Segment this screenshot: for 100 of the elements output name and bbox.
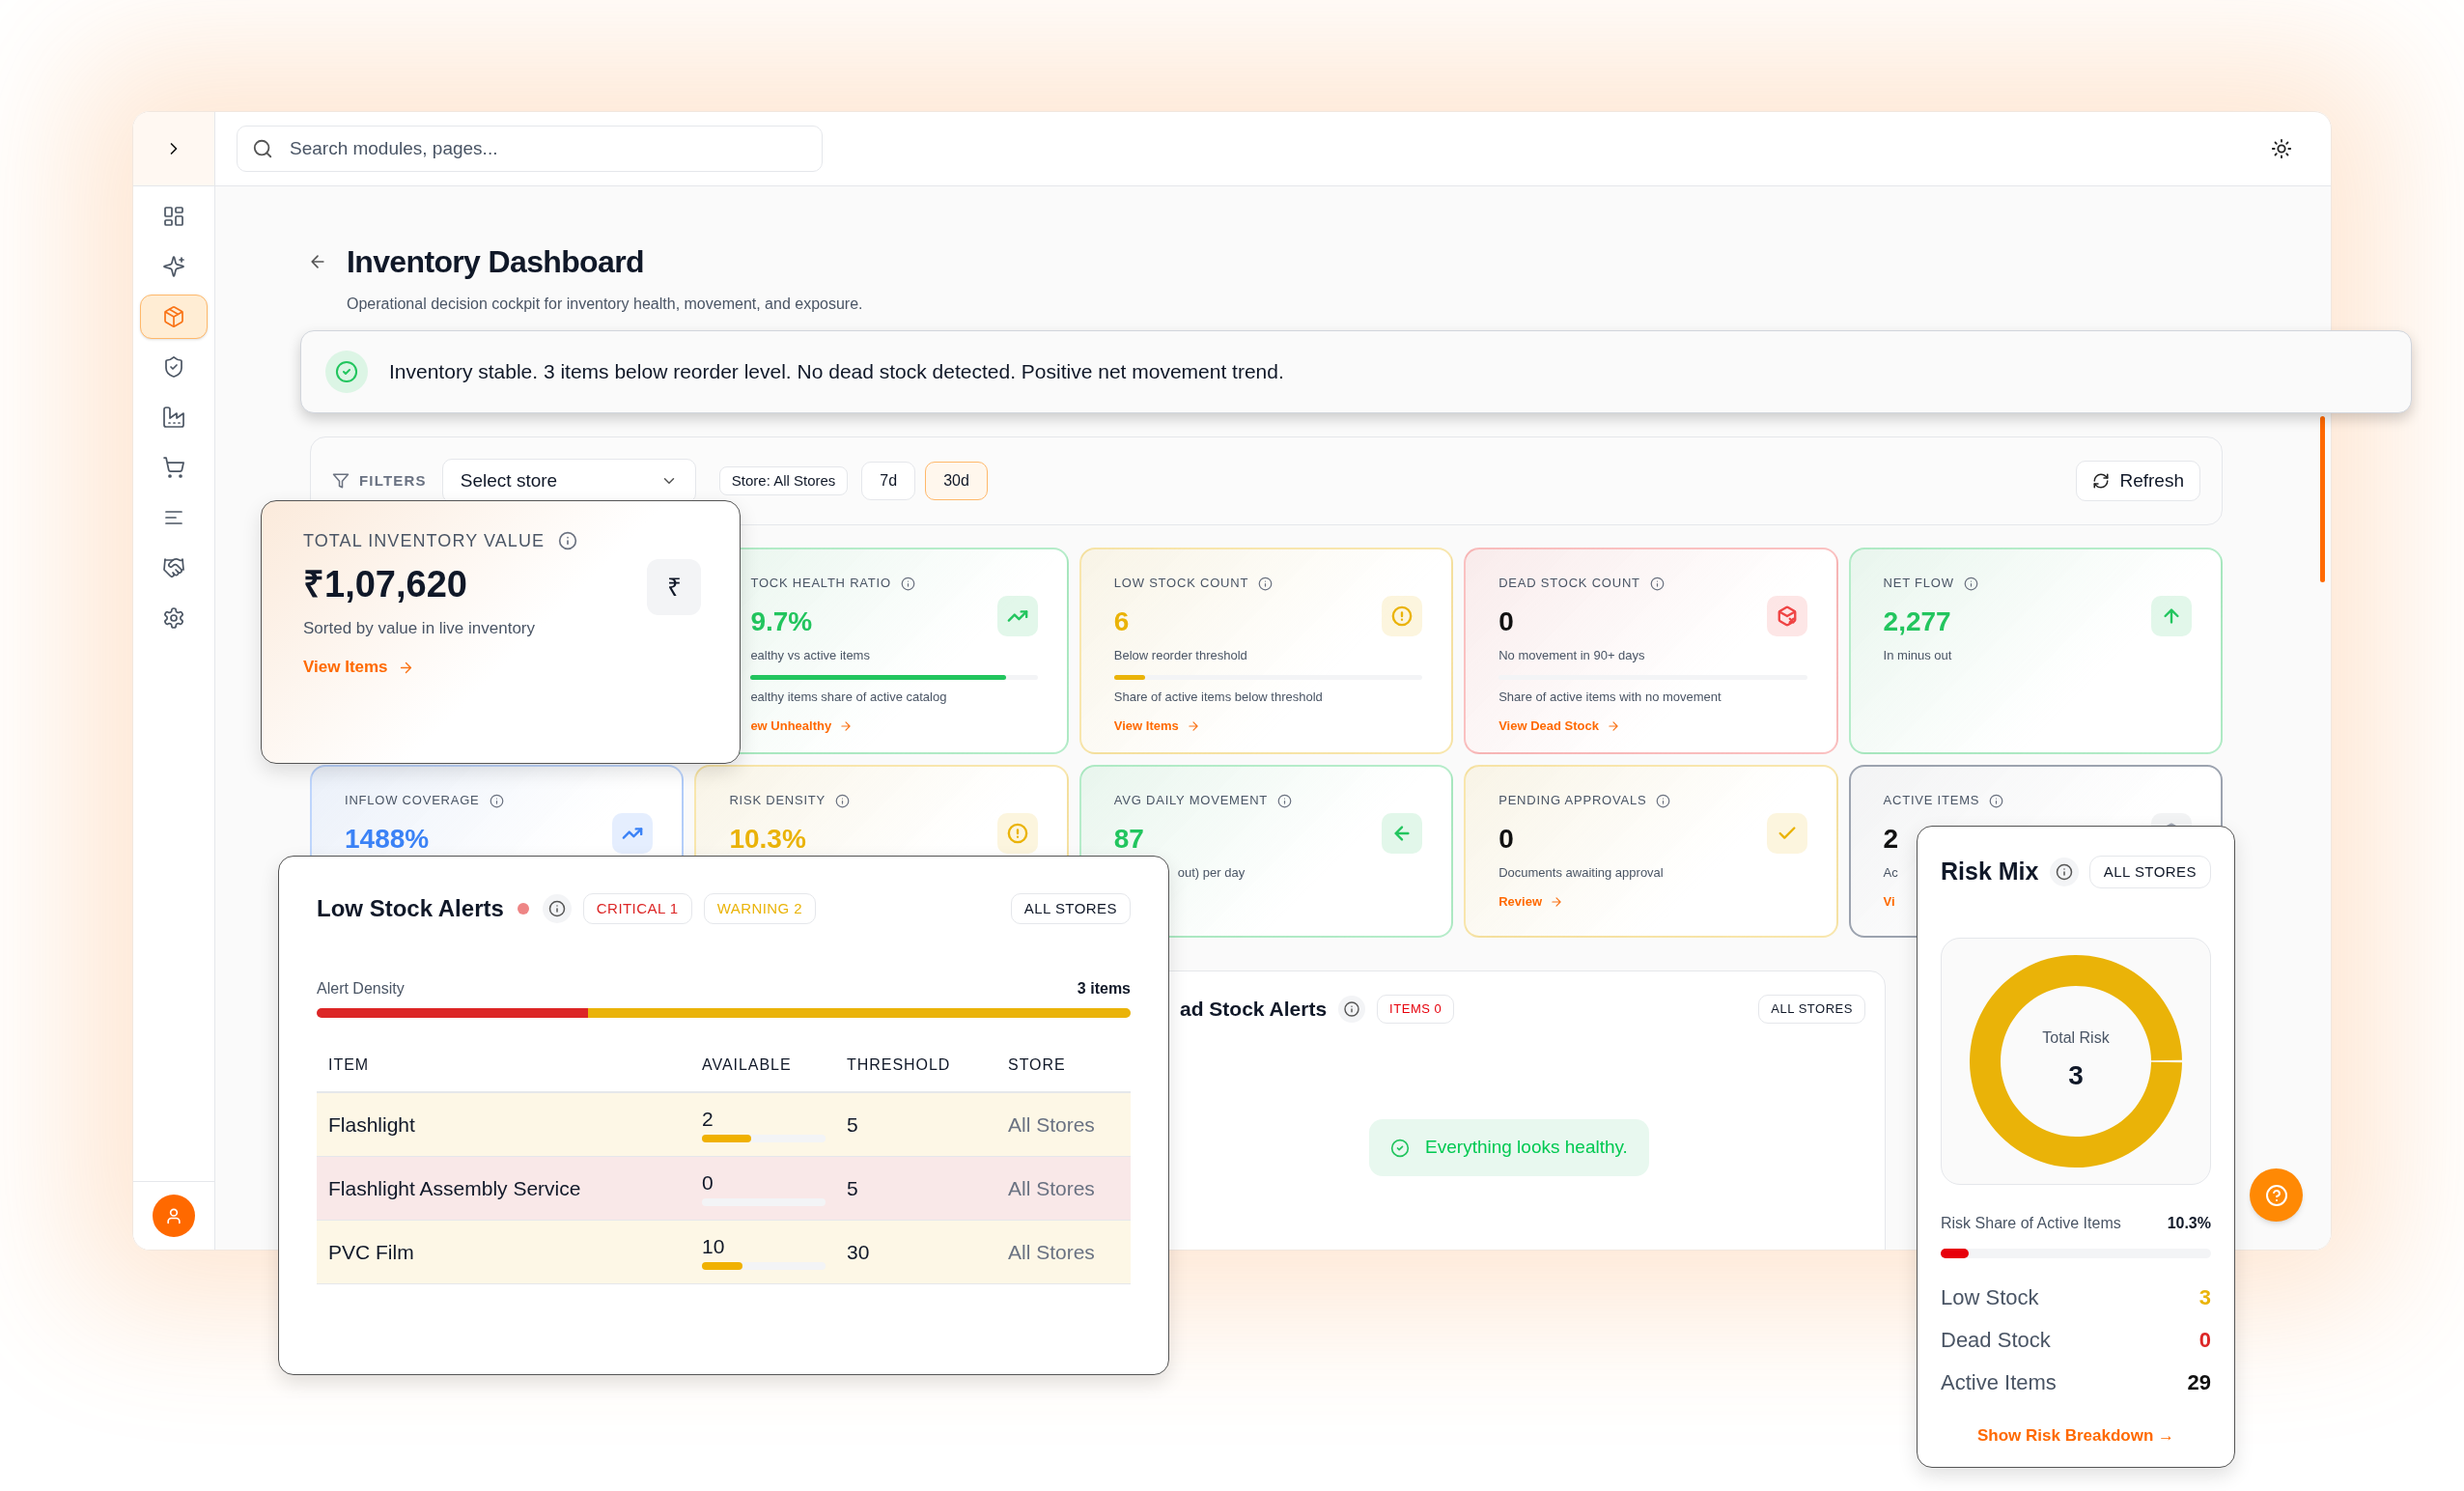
table-cell-text: All Stores xyxy=(1008,1111,1096,1138)
kpi-value: 10.3% xyxy=(729,823,806,856)
cart-icon xyxy=(162,456,185,479)
kpi-value: 2,277 xyxy=(1883,605,1951,638)
banner-text: Inventory stable. 3 items below reorder level. No dead stock detected. Positive net movement trend. xyxy=(389,359,1284,385)
info-icon xyxy=(558,531,578,550)
info-icon xyxy=(1277,793,1293,808)
kpi-title: INFLOW COVERAGE xyxy=(345,792,480,809)
kpi-subtitle: In minus out xyxy=(1883,647,1952,664)
stat-label: Dead Stock xyxy=(1941,1326,2051,1354)
refresh-icon xyxy=(2092,472,2111,490)
kpi-value: 0 xyxy=(1498,823,1514,856)
page-subtitle: Operational decision cockpit for inventory health, movement, and exposure. xyxy=(347,295,864,314)
kpi-value: 2 xyxy=(1883,823,1899,856)
arrow-right-icon xyxy=(839,719,854,733)
kpi-subtitle: out) per day xyxy=(1177,864,1246,882)
arrow-right-icon xyxy=(1186,719,1200,733)
kpi-subtitle: ealthy vs active items xyxy=(750,647,870,664)
table-cell-text: All Stores xyxy=(1008,1175,1096,1201)
table-row[interactable]: PVC Film 10 30 All Stores xyxy=(317,1221,1131,1284)
user-avatar-button[interactable] xyxy=(153,1195,195,1237)
kpi-subtitle: Ac xyxy=(1883,864,1898,882)
table-cell: 0 xyxy=(702,1170,714,1195)
card-title: TOTAL INVENTORY VALUE xyxy=(303,530,546,551)
severity-badge: WARNING 2 xyxy=(703,893,817,924)
kpi-subtitle: No movement in 90+ days xyxy=(1498,647,1645,664)
arrow-right-icon xyxy=(1550,895,1563,909)
search-icon xyxy=(252,138,273,159)
panel-title: ad Stock Alerts xyxy=(1180,997,1328,1023)
kpi-value: 1488% xyxy=(345,823,430,856)
box-icon xyxy=(162,305,185,328)
stat-label: Low Stock xyxy=(1941,1283,2039,1311)
range-tab[interactable]: 7d xyxy=(861,462,916,500)
refresh-button[interactable]: Refresh xyxy=(2076,461,2200,501)
help-icon xyxy=(2264,1183,2288,1207)
table-row[interactable]: Flashlight Assembly Service 0 5 All Stores xyxy=(317,1157,1131,1221)
check-circle-icon xyxy=(1390,1138,1411,1158)
range-tab[interactable]: 30d xyxy=(925,462,988,500)
page-title: Inventory Dashboard xyxy=(347,243,644,281)
kpi-note: ealthy items share of active catalog xyxy=(750,689,947,706)
info-icon xyxy=(1338,996,1366,1023)
stat-value: 3 xyxy=(2198,1283,2211,1311)
sparkles-icon xyxy=(162,255,185,278)
table-cell-text: Flashlight xyxy=(328,1111,416,1138)
store-scope-button[interactable]: ALL STORES xyxy=(1758,995,1865,1024)
settings-icon xyxy=(162,606,185,630)
card-subtitle: Sorted by value in live inventory xyxy=(303,618,536,639)
donut-center-label: Total Risk xyxy=(2042,1028,2110,1048)
risk-share-label: Risk Share of Active Items xyxy=(1941,1214,2121,1233)
filters-label: FILTERS xyxy=(359,470,427,491)
info-icon xyxy=(489,793,504,808)
table-row[interactable]: Flashlight 2 5 All Stores xyxy=(317,1093,1131,1157)
table-cell: 10 xyxy=(702,1234,725,1258)
store-scope-button[interactable]: ALL STORES xyxy=(1010,893,1131,924)
search-field[interactable]: Search modules, pages... xyxy=(237,126,823,172)
count-badge: ITEMS 0 xyxy=(1377,995,1455,1024)
table-cell-text: Flashlight Assembly Service xyxy=(328,1175,582,1201)
info-icon xyxy=(1649,576,1665,591)
info-icon xyxy=(1989,793,2004,808)
panel-title: Risk Mix xyxy=(1941,857,2039,887)
column-header: STORE xyxy=(1008,1055,1067,1075)
kpi-title: PENDING APPROVALS xyxy=(1498,792,1647,809)
kpi-title: AVG DAILY MOVEMENT xyxy=(1113,792,1269,809)
info-icon xyxy=(2050,858,2080,886)
factory-icon xyxy=(162,406,185,429)
stat-value: 0 xyxy=(2198,1326,2211,1354)
kpi-title: LOW STOCK COUNT xyxy=(1113,575,1249,592)
shield-icon xyxy=(162,355,185,379)
stat-value: 29 xyxy=(2187,1368,2211,1396)
table-cell-text: PVC Film xyxy=(328,1239,415,1265)
arrow-right-icon xyxy=(1607,719,1620,733)
store-select[interactable]: Select store xyxy=(441,459,696,503)
kpi-note: Share of active items below threshold xyxy=(1113,689,1323,706)
density-label: Alert Density xyxy=(317,979,405,999)
info-icon xyxy=(835,793,851,808)
table-cell-text: All Stores xyxy=(1008,1239,1096,1265)
kpi-title: NET FLOW xyxy=(1883,575,1954,592)
sun-icon xyxy=(2271,138,2292,159)
severity-badge: CRITICAL 1 xyxy=(582,893,692,924)
card-value: ₹1,07,620 xyxy=(303,563,467,605)
check-circle-icon xyxy=(325,351,368,393)
density-count: 3 items xyxy=(1077,979,1131,999)
column-header: ITEM xyxy=(328,1055,371,1075)
column-header: AVAILABLE xyxy=(702,1055,793,1075)
kpi-title: ACTIVE ITEMS xyxy=(1883,792,1980,809)
filter-icon xyxy=(332,472,350,490)
donut-center-value: 3 xyxy=(2068,1059,2084,1092)
kpi-value: 6 xyxy=(1113,605,1130,638)
kpi-subtitle: Documents awaiting approval xyxy=(1498,864,1664,882)
table-cell-text: 5 xyxy=(847,1111,859,1138)
currency-symbol: ₹ xyxy=(647,559,701,615)
filter-chip: Store: All Stores xyxy=(718,466,849,495)
empty-state-message: Everything looks healthy. xyxy=(1369,1119,1649,1176)
kpi-value: 87 xyxy=(1113,823,1144,856)
kpi-title: RISK DENSITY xyxy=(729,792,826,809)
risk-share-value: 10.3% xyxy=(2167,1214,2211,1233)
store-scope-button[interactable]: ALL STORES xyxy=(2088,856,2211,888)
kpi-value: 0 xyxy=(1498,605,1514,638)
scrollbar[interactable] xyxy=(2320,416,2325,582)
kpi-title: DEAD STOCK COUNT xyxy=(1498,575,1640,592)
